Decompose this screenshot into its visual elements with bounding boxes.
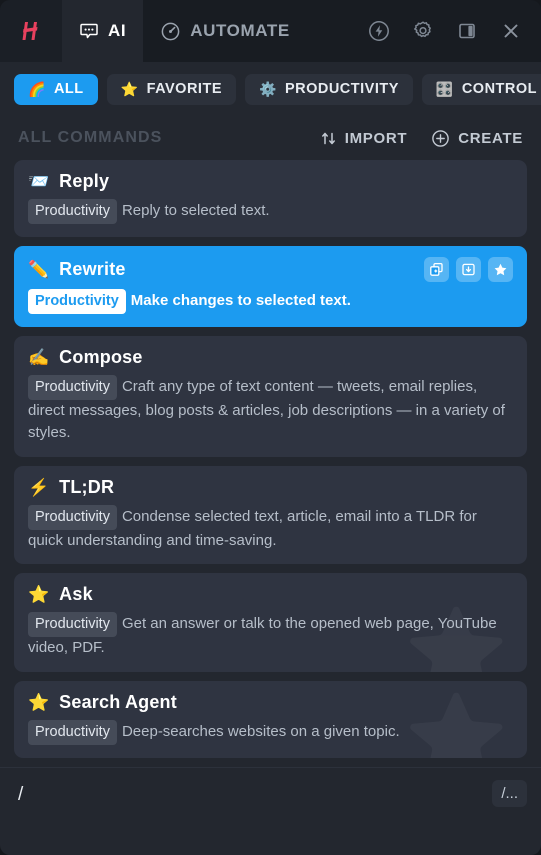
star-icon[interactable] <box>488 257 513 283</box>
card-header: 📨 Reply <box>28 171 513 192</box>
command-title: Ask <box>59 584 93 605</box>
save-icon[interactable] <box>456 257 481 283</box>
star-icon: ⭐ <box>28 693 50 713</box>
star-icon: ⭐ <box>28 585 50 605</box>
filter-chip-favorite[interactable]: ⭐ FAVORITE <box>106 73 236 105</box>
command-card-ask[interactable]: ⭐ ⭐ Ask ProductivityGet an answer or tal… <box>14 573 527 673</box>
command-card-reply[interactable]: 📨 Reply Productivity Reply to selected te… <box>14 160 527 238</box>
import-label: IMPORT <box>344 129 408 147</box>
category-tag: Productivity <box>28 612 117 638</box>
card-actions <box>424 257 513 283</box>
command-title: Search Agent <box>59 692 177 713</box>
command-title: Rewrite <box>59 259 126 280</box>
import-arrows-icon <box>320 130 337 147</box>
command-title: TL;DR <box>59 476 115 497</box>
gear-icon: ⚙️ <box>259 81 277 97</box>
filter-chip-productivity[interactable]: ⚙️ PRODUCTIVITY <box>245 73 413 105</box>
command-title: Compose <box>59 347 143 368</box>
command-input[interactable] <box>14 778 493 812</box>
writing-hand-icon: ✍️ <box>28 348 50 368</box>
filter-chip-all[interactable]: 🌈 ALL <box>14 73 98 105</box>
close-icon[interactable] <box>497 17 525 45</box>
command-body: Productivity Reply to selected text. <box>28 199 513 225</box>
filter-chip-all-label: ALL <box>53 81 84 97</box>
command-card-rewrite[interactable]: ✏️ Rewrite Productivity Make changes to … <box>14 246 527 328</box>
card-header: ⭐ Ask <box>28 584 513 605</box>
command-description: Reply to selected text. <box>121 202 270 219</box>
filter-chip-control-label: CONTROL <box>461 81 538 97</box>
card-header: ⚡ TL;DR <box>28 477 513 498</box>
category-tag: Productivity <box>28 289 126 315</box>
card-header: ✍️ Compose <box>28 347 513 368</box>
gear-icon[interactable] <box>409 17 437 45</box>
tab-ai-label: AI <box>108 21 127 40</box>
card-header: ⭐ Search Agent <box>28 692 513 713</box>
tab-automate-label: AUTOMATE <box>190 21 290 40</box>
category-tag: Productivity <box>28 504 117 530</box>
rainbow-icon: 🌈 <box>28 81 46 97</box>
tab-automate[interactable]: AUTOMATE <box>143 0 307 62</box>
tab-ai[interactable]: AI <box>62 0 144 62</box>
card-header: ✏️ Rewrite <box>28 257 513 283</box>
control-knobs-icon: 🎛️ <box>435 81 454 97</box>
category-tag: Productivity <box>28 375 117 401</box>
star-icon: ⭐ <box>120 81 139 97</box>
category-tag: Productivity <box>28 199 117 225</box>
plus-circle-icon <box>431 129 450 148</box>
command-body: Productivity Get an answer or talk to the… <box>28 612 513 659</box>
command-card-compose[interactable]: ✍️ Compose Productivity Craft any type of… <box>14 336 527 457</box>
section-actions: IMPORT CREATE <box>320 129 523 148</box>
command-description: Make changes to selected text. <box>130 292 351 310</box>
command-body: Productivity Make changes to selected tex… <box>28 289 513 315</box>
filter-chip-productivity-label: PRODUCTIVITY <box>284 81 399 97</box>
side-panel-icon[interactable] <box>453 17 481 45</box>
titlebar: AI AUTOMATE <box>0 0 541 62</box>
gauge-icon <box>160 21 181 42</box>
command-card-tldr[interactable]: ⚡ TL;DR Productivity Condense selected te… <box>14 465 527 565</box>
category-tag: Productivity <box>28 720 117 746</box>
chat-bubble-icon <box>79 21 99 41</box>
page-title: ALL COMMANDS <box>18 129 163 146</box>
create-button[interactable]: CREATE <box>431 129 523 148</box>
command-body: Productivity Condense selected text, arti… <box>28 504 513 552</box>
command-description: Deep-searches websites on a given topic. <box>121 723 400 741</box>
command-card-search-agent[interactable]: ⭐ ⭐ Search Agent ProductivityDeep-search… <box>14 681 527 759</box>
import-button[interactable]: IMPORT <box>320 130 408 147</box>
titlebar-actions <box>361 0 541 62</box>
command-list: 📨 Reply Productivity Reply to selected te… <box>0 160 541 767</box>
slash-commands-button[interactable]: /... <box>492 780 527 807</box>
app-logo[interactable] <box>0 0 62 62</box>
command-body: Productivity Deep-searches websites on a … <box>28 720 513 746</box>
titlebar-spacer <box>307 0 361 62</box>
filter-chip-row[interactable]: 🌈 ALL ⭐ FAVORITE ⚙️ PRODUCTIVITY 🎛️ CONT… <box>0 62 541 116</box>
filter-chip-favorite-label: FAVORITE <box>146 81 222 97</box>
duplicate-icon[interactable] <box>424 257 449 283</box>
section-header: ALL COMMANDS IMPORT CREATE <box>0 116 541 160</box>
pencil-icon: ✏️ <box>28 260 50 280</box>
create-label: CREATE <box>458 129 523 147</box>
incoming-envelope-icon: 📨 <box>28 172 50 191</box>
composer-bar: /... <box>0 767 541 855</box>
command-body: Productivity Craft any type of text conte… <box>28 375 513 444</box>
command-title: Reply <box>59 171 110 191</box>
bolt-circle-icon[interactable] <box>365 17 393 45</box>
app-window: AI AUTOMATE 🌈 ALL ⭐ FAVORITE ⚙️ PRODUCTI… <box>0 0 541 855</box>
filter-chip-control[interactable]: 🎛️ CONTROL <box>421 73 541 105</box>
lightning-icon: ⚡ <box>28 477 50 497</box>
